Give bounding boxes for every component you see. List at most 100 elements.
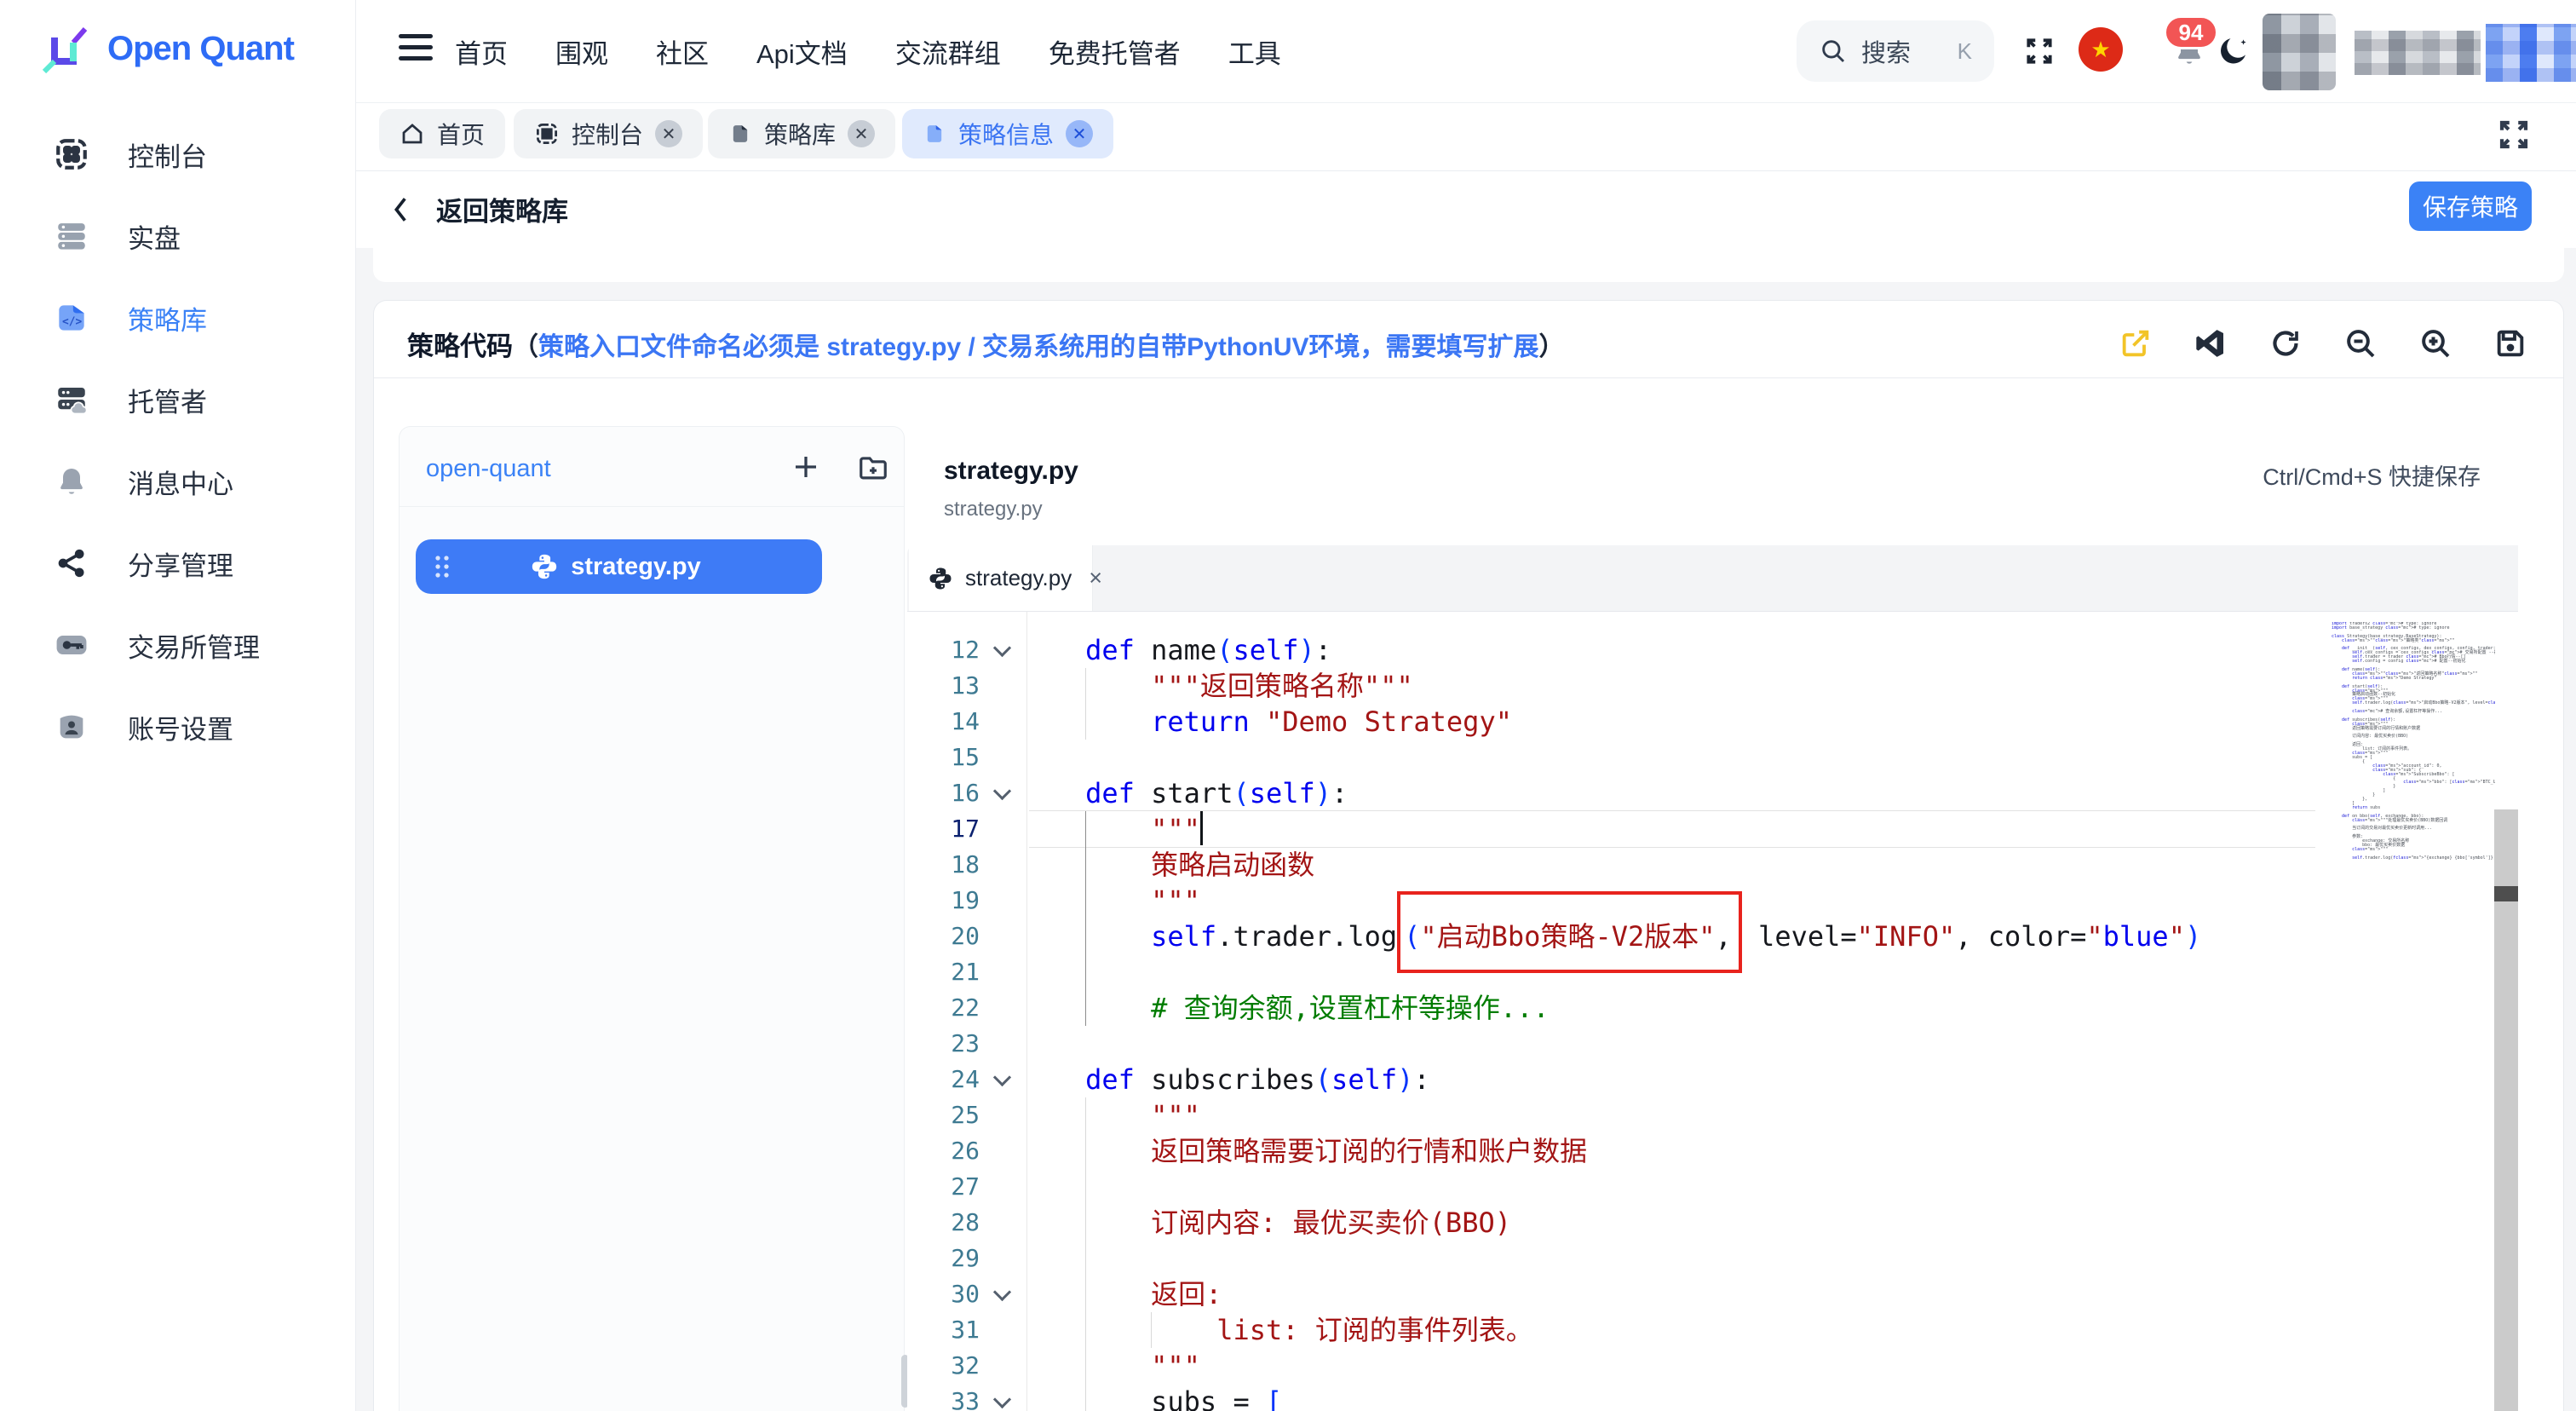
save-strategy-button[interactable]: 保存策略 xyxy=(2409,181,2532,231)
sidebar-item-account[interactable]: 账号设置 xyxy=(0,700,356,754)
sidebar-item-label: 托管者 xyxy=(128,381,207,419)
code-line[interactable]: 26 返回策略需要订阅的行情和账户数据 xyxy=(907,1133,2518,1169)
code-line[interactable]: 15 xyxy=(907,740,2518,775)
key-icon xyxy=(53,626,90,664)
fold-chevron-icon[interactable] xyxy=(993,1391,1011,1408)
code-line[interactable]: 17 """ xyxy=(907,811,2518,847)
breadcrumb-tabs-row: 首页 控制台 ✕ 策略库 ✕ xyxy=(356,103,2576,171)
sidebar-item-console[interactable]: 控制台 xyxy=(0,127,356,181)
code-line[interactable]: 14 return "Demo Strategy" xyxy=(907,704,2518,740)
vscode-icon[interactable] xyxy=(2193,325,2228,361)
code-line[interactable]: 22 # 查询余额,设置杠杆等操作... xyxy=(907,990,2518,1026)
close-icon[interactable]: ✕ xyxy=(848,120,875,147)
code-line[interactable]: 13 """返回策略名称""" xyxy=(907,668,2518,704)
save-icon[interactable] xyxy=(2493,325,2528,361)
svg-text:</>: </> xyxy=(62,315,82,328)
fold-chevron-icon[interactable] xyxy=(993,1068,1011,1086)
add-file-icon[interactable] xyxy=(791,452,821,484)
tab-strategy-info[interactable]: 策略信息 ✕ xyxy=(902,109,1113,158)
code-line[interactable]: 31 list: 订阅的事件列表。 xyxy=(907,1312,2518,1348)
live-servers-icon xyxy=(53,217,90,255)
file-icon xyxy=(728,122,752,146)
code-line[interactable]: 32 """ xyxy=(907,1348,2518,1384)
tab-home[interactable]: 首页 xyxy=(379,109,505,158)
code-line[interactable]: 20 self.trader.log("启动Bbo策略-V2版本", level… xyxy=(907,919,2518,954)
editor-tab-label: strategy.py xyxy=(965,565,1072,591)
nav-item-watch[interactable]: 围观 xyxy=(555,32,608,71)
zoom-in-icon[interactable] xyxy=(2418,325,2453,361)
external-link-icon[interactable] xyxy=(2118,325,2153,361)
line-number: 23 xyxy=(951,1026,980,1062)
fold-chevron-icon[interactable] xyxy=(993,782,1011,800)
strategy-file-icon: </> xyxy=(53,299,90,337)
editor-tab-strategy-py[interactable]: strategy.py × xyxy=(909,545,1093,611)
dark-mode-moon-icon[interactable] xyxy=(2213,31,2254,72)
sidebar-item-messages[interactable]: 消息中心 xyxy=(0,454,356,509)
sidebar-item-live[interactable]: 实盘 xyxy=(0,209,356,263)
expand-row-icon[interactable] xyxy=(2496,117,2537,158)
nav-item-community[interactable]: 社区 xyxy=(656,32,709,71)
code-lines: 12 def name(self):13 """返回策略名称"""14 retu… xyxy=(907,632,2518,1411)
close-icon[interactable]: ✕ xyxy=(1066,120,1093,147)
code-line[interactable]: 25 """ xyxy=(907,1097,2518,1133)
tab-label: 首页 xyxy=(437,117,485,151)
back-button[interactable]: 返回策略库 xyxy=(388,190,568,228)
sidebar-item-share[interactable]: 分享管理 xyxy=(0,536,356,590)
nav-item-groups[interactable]: 交流群组 xyxy=(895,32,1001,71)
code-editor[interactable]: 12 def name(self):13 """返回策略名称"""14 retu… xyxy=(907,612,2518,1411)
editor-scrollbar-thumb[interactable] xyxy=(2494,886,2518,901)
zoom-out-icon[interactable] xyxy=(2343,325,2378,361)
close-icon[interactable]: × xyxy=(1089,565,1102,591)
sidebar-item-strategy-library[interactable]: </> 策略库 xyxy=(0,291,356,345)
code-line[interactable]: 12 def name(self): xyxy=(907,632,2518,668)
tab-strategy-library[interactable]: 策略库 ✕ xyxy=(708,109,895,158)
fold-chevron-icon[interactable] xyxy=(993,639,1011,657)
minimap[interactable]: import traders2 class="mc"># type: ignor… xyxy=(2332,622,2495,895)
code-line[interactable]: 24 def subscribes(self): xyxy=(907,1062,2518,1097)
hamburger-menu-icon[interactable] xyxy=(399,34,434,66)
top-nav: 首页 围观 社区 Api文档 交流群组 免费托管者 工具 xyxy=(455,0,1281,103)
sidebar-item-exchange[interactable]: 交易所管理 xyxy=(0,618,356,672)
file-item-strategy-py[interactable]: strategy.py xyxy=(416,539,822,594)
fullscreen-icon[interactable] xyxy=(2019,31,2060,72)
avatar[interactable] xyxy=(2263,14,2336,90)
close-icon[interactable]: ✕ xyxy=(655,120,682,147)
search-icon xyxy=(1819,37,1848,66)
line-number: 17 xyxy=(951,811,980,847)
nav-item-api-docs[interactable]: Api文档 xyxy=(756,32,848,71)
nav-item-tools[interactable]: 工具 xyxy=(1228,32,1281,71)
code-line[interactable]: 23 xyxy=(907,1026,2518,1062)
project-name[interactable]: open-quant xyxy=(426,455,551,483)
code-line[interactable]: 21 xyxy=(907,954,2518,990)
code-line[interactable]: 30 返回: xyxy=(907,1276,2518,1312)
brand-logo[interactable]: Open Quant xyxy=(39,22,294,75)
line-number: 33 xyxy=(951,1384,980,1411)
code-line[interactable]: 29 xyxy=(907,1241,2518,1276)
line-number: 18 xyxy=(951,847,980,883)
line-number: 30 xyxy=(951,1276,980,1312)
sidebar-item-host[interactable]: 托管者 xyxy=(0,372,356,427)
dashboard-grid-icon xyxy=(53,135,90,173)
search-input[interactable]: 搜索 K xyxy=(1797,20,1994,82)
add-folder-icon[interactable] xyxy=(857,452,889,484)
page-header: 返回策略库 保存策略 xyxy=(356,171,2576,248)
app-root: Open Quant 控制台 xyxy=(0,0,2576,1411)
tab-console[interactable]: 控制台 ✕ xyxy=(514,109,703,158)
line-number: 13 xyxy=(951,668,980,704)
code-line[interactable]: 27 xyxy=(907,1169,2518,1205)
fold-chevron-icon[interactable] xyxy=(993,1283,1011,1301)
tab-label: 策略信息 xyxy=(958,117,1054,151)
nav-item-free-hosts[interactable]: 免费托管者 xyxy=(1049,32,1181,71)
code-line[interactable]: 16 def start(self): xyxy=(907,775,2518,811)
code-line[interactable]: 33 subs = [ xyxy=(907,1384,2518,1411)
line-number: 28 xyxy=(951,1205,980,1241)
dashboard-grid-icon xyxy=(534,121,560,147)
line-number: 12 xyxy=(951,632,980,668)
code-line[interactable]: 18 策略启动函数 xyxy=(907,847,2518,883)
language-flag-icon[interactable]: ★ xyxy=(2079,27,2123,72)
drag-handle-icon[interactable] xyxy=(433,554,451,579)
refresh-icon[interactable] xyxy=(2268,325,2303,361)
search-label: 搜索 xyxy=(1861,33,1911,69)
code-line[interactable]: 28 订阅内容: 最优买卖价(BBO) xyxy=(907,1205,2518,1241)
nav-item-home[interactable]: 首页 xyxy=(455,32,508,71)
